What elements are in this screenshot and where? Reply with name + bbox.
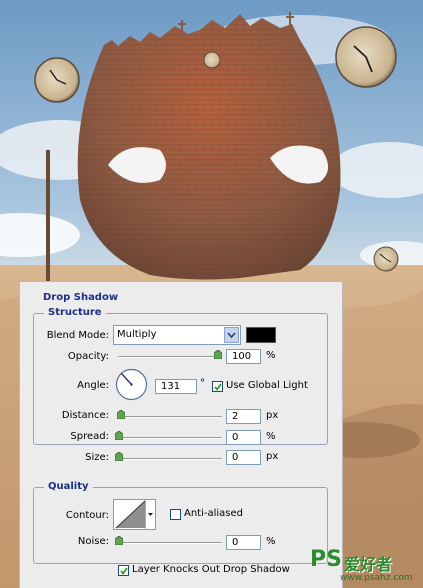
distance-unit: px [266, 410, 279, 421]
noise-slider-thumb[interactable] [115, 536, 123, 545]
size-label: Size: [85, 452, 109, 463]
opacity-slider-track[interactable] [118, 356, 222, 358]
spread-unit: % [266, 431, 276, 442]
use-global-light-label: Use Global Light [226, 380, 308, 391]
angle-dial[interactable] [115, 368, 148, 401]
spread-input[interactable]: 0 [226, 430, 261, 445]
shadow-color-swatch[interactable] [246, 327, 276, 343]
noise-slider-track[interactable] [118, 542, 222, 544]
size-input[interactable]: 0 [226, 450, 261, 465]
size-slider-thumb[interactable] [115, 452, 123, 461]
quality-legend: Quality [44, 481, 93, 492]
noise-label: Noise: [77, 536, 109, 547]
drop-shadow-panel: Drop Shadow Structure Blend Mode: Multip… [19, 281, 343, 588]
contour-linear-icon [115, 500, 146, 529]
checkmark-icon [214, 383, 222, 391]
layer-knocks-out-checkbox[interactable] [118, 565, 129, 576]
noise-input[interactable]: 0 [226, 535, 261, 550]
blend-mode-select[interactable]: Multiply [113, 325, 241, 345]
spread-slider-track[interactable] [118, 437, 222, 439]
size-unit: px [266, 451, 279, 462]
angle-unit: ° [200, 378, 205, 389]
layer-knocks-out-label: Layer Knocks Out Drop Shadow [132, 564, 290, 575]
use-global-light-checkbox[interactable] [212, 381, 223, 392]
opacity-input[interactable]: 100 [226, 349, 261, 364]
anti-aliased-checkbox[interactable] [170, 509, 181, 520]
opacity-slider-thumb[interactable] [214, 350, 222, 359]
contour-label: Contour: [65, 510, 109, 521]
angle-label: Angle: [77, 380, 109, 391]
distance-label: Distance: [61, 410, 109, 421]
checkmark-icon [120, 567, 128, 575]
structure-legend: Structure [44, 307, 106, 318]
panel-title: Drop Shadow [43, 292, 119, 303]
watermark: PS 爱好者 www.psahz.com [308, 547, 420, 587]
blend-mode-value: Multiply [117, 329, 157, 340]
size-slider-track[interactable] [118, 458, 222, 460]
distance-slider-thumb[interactable] [117, 410, 125, 419]
watermark-url: www.psahz.com [340, 573, 413, 583]
chevron-down-icon[interactable] [224, 327, 239, 343]
distance-slider-track[interactable] [118, 416, 222, 418]
spread-slider-thumb[interactable] [115, 431, 123, 440]
spread-label: Spread: [70, 431, 109, 442]
opacity-unit: % [266, 350, 276, 361]
anti-aliased-label: Anti-aliased [184, 508, 244, 519]
watermark-chinese: 爱好者 [344, 555, 393, 574]
contour-picker[interactable] [113, 499, 156, 530]
opacity-label: Opacity: [67, 351, 109, 362]
quality-group: Quality [33, 481, 328, 564]
angle-input[interactable]: 131 [155, 379, 197, 394]
blend-mode-label: Blend Mode: [46, 330, 109, 341]
contour-dropdown-arrow-icon[interactable] [145, 500, 155, 529]
noise-unit: % [266, 536, 276, 547]
watermark-brand: PS [310, 547, 342, 572]
distance-input[interactable]: 2 [226, 409, 261, 424]
